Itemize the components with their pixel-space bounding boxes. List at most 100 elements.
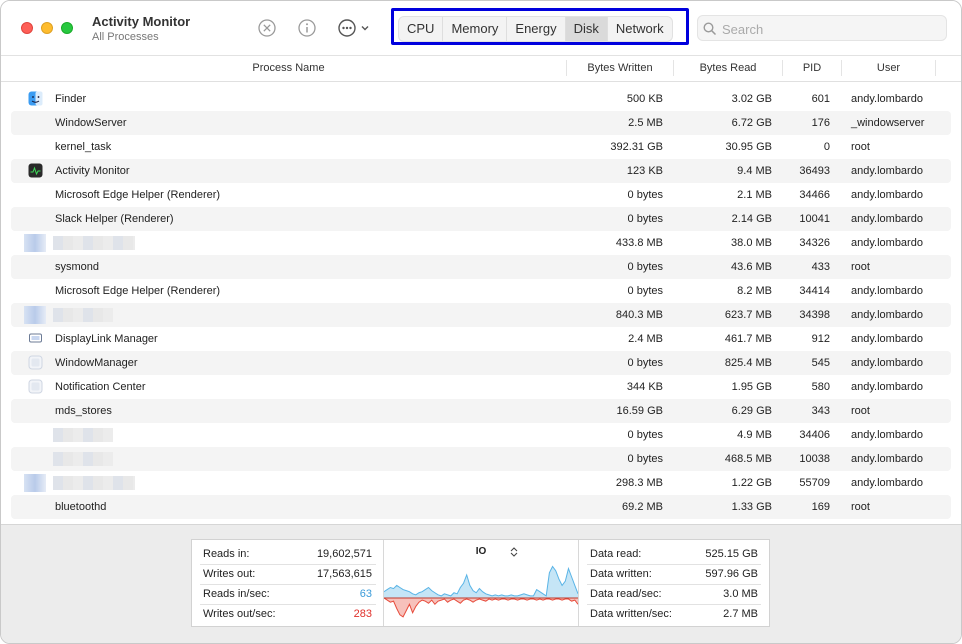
displaylink-icon <box>29 333 42 343</box>
tab-disk[interactable]: Disk <box>565 17 608 41</box>
app-title: Activity Monitor <box>92 14 191 29</box>
tab-bar: CPU Memory Energy Disk Network <box>391 8 689 45</box>
table-row[interactable]: Activity Monitor 123 KB 9.4 MB 36493 andy.lo… <box>1 159 961 183</box>
table-row[interactable]: 0 bytes 468.5 MB 10038 andy.lombardo <box>1 447 961 471</box>
pid-cell: 34406 <box>799 429 830 441</box>
bytes-written-cell: 16.59 GB <box>616 405 663 417</box>
pid-cell: 580 <box>811 381 830 393</box>
column-pid[interactable]: PID <box>783 56 841 81</box>
table-row[interactable]: kernel_task 392.31 GB 30.95 GB 0 root <box>1 135 961 159</box>
pid-cell: 10038 <box>799 453 830 465</box>
pid-cell: 912 <box>811 333 830 345</box>
table-row[interactable]: sysmond 0 bytes 43.6 MB 433 root <box>1 255 961 279</box>
bytes-read-cell: 1.33 GB <box>731 501 772 513</box>
bytes-written-cell: 0 bytes <box>627 261 663 273</box>
panel-divider <box>578 540 579 626</box>
info-icon[interactable] <box>297 18 317 38</box>
redacted-process-name <box>53 476 135 490</box>
app-subtitle: All Processes <box>92 31 159 43</box>
table-row[interactable]: Microsoft Edge Helper (Renderer) 0 bytes 2… <box>1 183 961 207</box>
column-bytes-read[interactable]: Bytes Read <box>674 56 782 81</box>
redacted-process-name <box>53 428 113 442</box>
tab-cpu[interactable]: CPU <box>399 17 444 41</box>
pid-cell: 34398 <box>799 309 830 321</box>
search-icon <box>703 22 717 36</box>
bytes-written-cell: 500 KB <box>626 93 663 105</box>
process-name: kernel_task <box>55 141 112 153</box>
table-row[interactable]: Finder 500 KB 3.02 GB 601 andy.lombardo <box>1 87 961 111</box>
io-stat-value: 283 <box>353 608 372 620</box>
tab-memory[interactable]: Memory <box>443 17 508 41</box>
finder-icon <box>28 91 43 106</box>
process-name: mds_stores <box>55 405 112 417</box>
table-row[interactable]: WindowManager 0 bytes 825.4 MB 545 andy.lomb… <box>1 351 961 375</box>
process-name: bluetoothd <box>55 501 107 513</box>
table-row[interactable]: 0 bytes 4.9 MB 34406 andy.lombardo <box>1 423 961 447</box>
bytes-read-cell: 3.02 GB <box>731 93 772 105</box>
table-row[interactable]: WindowServer 2.5 MB 6.72 GB 176 _windowserve… <box>1 111 961 135</box>
tab-network[interactable]: Network <box>608 17 672 41</box>
bytes-read-cell: 38.0 MB <box>731 237 772 249</box>
pid-cell: 34466 <box>799 189 830 201</box>
redacted-process-name <box>53 236 135 250</box>
column-header: Process Name Bytes Written Bytes Read PI… <box>1 56 961 82</box>
activity-monitor-window: Activity Monitor All Processes CPU Memor… <box>0 0 962 644</box>
tab-energy[interactable]: Energy <box>507 17 566 41</box>
table-row[interactable]: 298.3 MB 1.22 GB 55709 andy.lombardo <box>1 471 961 495</box>
column-bytes-written[interactable]: Bytes Written <box>567 56 673 81</box>
process-name: sysmond <box>55 261 100 273</box>
search-box[interactable] <box>697 15 947 41</box>
column-process-name[interactable]: Process Name <box>11 56 566 81</box>
data-stat-value: 525.15 GB <box>705 548 758 560</box>
stop-process-icon[interactable] <box>257 18 277 38</box>
table-row[interactable]: Slack Helper (Renderer) 0 bytes 2.14 GB 100… <box>1 207 961 231</box>
zoom-window-button[interactable] <box>61 22 73 34</box>
user-cell: andy.lombardo <box>851 285 923 297</box>
process-name: Microsoft Edge Helper (Renderer) <box>55 189 221 201</box>
user-cell: andy.lombardo <box>851 477 923 489</box>
bytes-read-cell: 825.4 MB <box>724 357 772 369</box>
bytes-written-cell: 2.5 MB <box>628 117 663 129</box>
reads-area <box>384 566 578 598</box>
table-row[interactable]: 840.3 MB 623.7 MB 34398 andy.lombardo <box>1 303 961 327</box>
notification-center-icon <box>28 379 43 394</box>
table-row[interactable]: 433.8 MB 38.0 MB 34326 andy.lombardo <box>1 231 961 255</box>
io-stat-label: Reads in/sec: <box>203 588 270 600</box>
column-user[interactable]: User <box>842 56 935 81</box>
bytes-written-cell: 123 KB <box>626 165 663 177</box>
table-row[interactable]: Notification Center 344 KB 1.95 GB 580 andy.… <box>1 375 961 399</box>
user-cell: andy.lombardo <box>851 189 923 201</box>
graph-selector[interactable]: IO <box>384 542 578 562</box>
bytes-written-cell: 840.3 MB <box>615 309 663 321</box>
user-cell: andy.lombardo <box>851 453 923 465</box>
user-cell: andy.lombardo <box>851 333 923 345</box>
bytes-read-cell: 43.6 MB <box>731 261 772 273</box>
minimize-window-button[interactable] <box>41 22 53 34</box>
search-input[interactable] <box>720 19 944 39</box>
pid-cell: 169 <box>811 501 830 513</box>
io-stat-label: Reads in: <box>203 548 250 560</box>
process-name: WindowManager <box>55 357 138 369</box>
pid-cell: 545 <box>811 357 830 369</box>
table-row[interactable]: mds_stores 16.59 GB 6.29 GB 343 root <box>1 399 961 423</box>
table-row[interactable]: DisplayLink Manager 2.4 MB 461.7 MB 912 andy… <box>1 327 961 351</box>
io-stat-label: Writes out: <box>203 568 256 580</box>
close-window-button[interactable] <box>21 22 33 34</box>
selector-chevron-icon <box>510 547 518 557</box>
more-actions-icon[interactable] <box>337 18 373 38</box>
table-row[interactable]: Microsoft Edge Helper (Renderer) 0 bytes 8… <box>1 279 961 303</box>
pid-cell: 343 <box>811 405 830 417</box>
io-stat-label: Writes out/sec: <box>203 608 276 620</box>
bytes-written-cell: 433.8 MB <box>615 237 663 249</box>
bytes-written-cell: 0 bytes <box>627 285 663 297</box>
table-row[interactable]: bluetoothd 69.2 MB 1.33 GB 169 root <box>1 495 961 519</box>
redacted-process-name <box>53 308 113 322</box>
data-stat-label: Data written: <box>590 568 652 580</box>
io-stat-value: 63 <box>359 588 372 600</box>
bytes-written-cell: 344 KB <box>626 381 663 393</box>
activity-monitor-icon <box>28 163 43 178</box>
pid-cell: 433 <box>811 261 830 273</box>
bytes-written-cell: 298.3 MB <box>615 477 663 489</box>
pid-cell: 34326 <box>799 237 830 249</box>
bytes-read-cell: 9.4 MB <box>737 165 772 177</box>
